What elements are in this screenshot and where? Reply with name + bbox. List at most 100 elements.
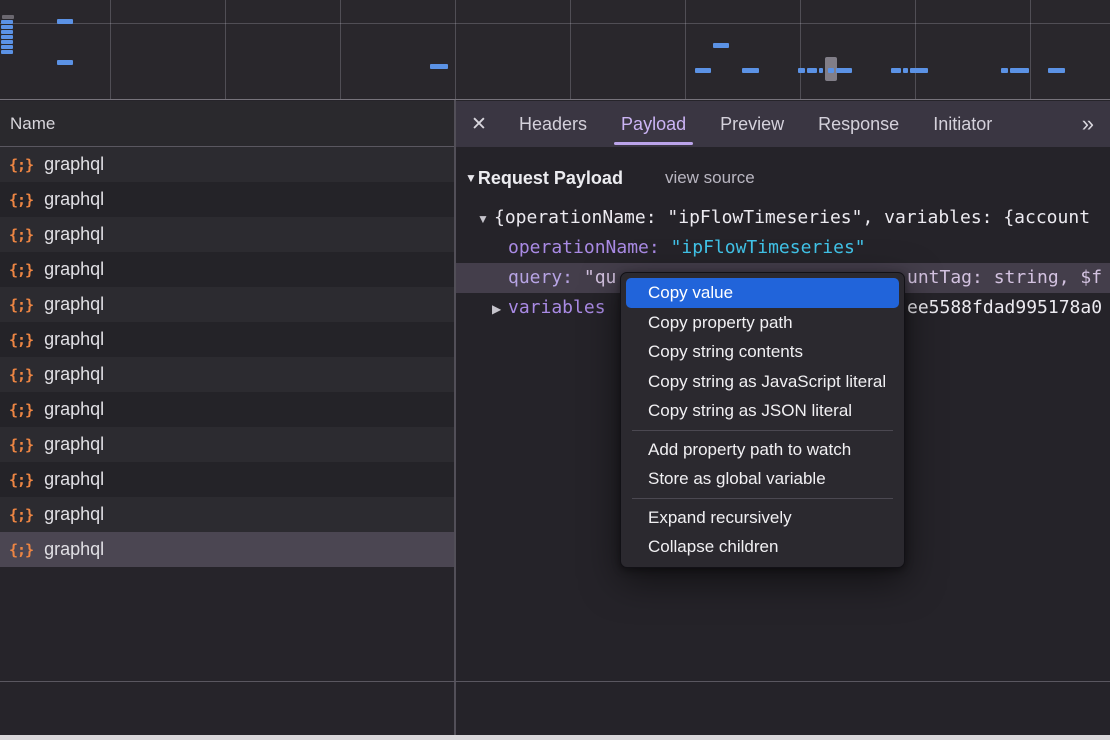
overview-row-divider (0, 23, 1110, 24)
property-key: variables (508, 297, 606, 318)
request-timing-bar (713, 43, 729, 48)
request-name: graphql (44, 539, 104, 560)
object-preview-text: {operationName: "ipFlowTimeseries", vari… (494, 207, 1090, 228)
tab-headers[interactable]: Headers (502, 101, 604, 147)
request-timing-bar (1, 35, 13, 39)
column-header-name[interactable]: Name (0, 101, 454, 147)
network-request-row[interactable]: {;} graphql (0, 182, 454, 217)
request-timing-bar (1, 40, 13, 44)
request-timing-bar (1001, 68, 1008, 73)
property-value-right: untTag: string, $f (907, 263, 1102, 293)
network-request-row[interactable]: {;} graphql (0, 147, 454, 182)
request-list-panel: Name {;} graphql {;} graphql {;} graphql {;} gr… (0, 101, 454, 740)
tab-initiator[interactable]: Initiator (916, 101, 1009, 147)
devtools-network-panel: Name {;} graphql {;} graphql {;} graphql {;} gr… (0, 0, 1110, 740)
request-name: graphql (44, 294, 104, 315)
menu-item-copy-value[interactable]: Copy value (626, 278, 899, 308)
menu-item-copy-string-as-javascript-literal[interactable]: Copy string as JavaScript literal (621, 367, 904, 397)
request-timing-bar (2, 15, 14, 19)
window-bottom-edge (0, 735, 1110, 740)
request-timing-bar (1, 45, 13, 49)
overview-gridline (685, 0, 686, 99)
property-value-right: ee5588fdad995178a0 (907, 293, 1102, 323)
overview-gridline (915, 0, 916, 99)
tab-payload[interactable]: Payload (604, 101, 703, 147)
request-name: graphql (44, 364, 104, 385)
network-request-row[interactable]: {;}graphql (0, 462, 454, 497)
overview-gridline (1030, 0, 1031, 99)
overview-gridline (570, 0, 571, 99)
network-request-row[interactable]: {;} graphql (0, 532, 454, 567)
menu-item-copy-string-as-json-literal[interactable]: Copy string as JSON literal (621, 396, 904, 426)
request-timing-bar (836, 68, 852, 73)
menu-item-copy-string-contents[interactable]: Copy string contents (621, 337, 904, 367)
menu-item-expand-recursively[interactable]: Expand recursively (621, 503, 904, 533)
request-timing-bar (819, 68, 823, 73)
menu-item-collapse-children[interactable]: Collapse children (621, 532, 904, 562)
tree-row-root[interactable]: ▼{operationName: "ipFlowTimeseries", var… (456, 203, 1110, 233)
network-overview[interactable] (0, 0, 1110, 100)
request-name: graphql (44, 224, 104, 245)
request-timing-bar (1010, 68, 1029, 73)
menu-separator (632, 498, 893, 499)
property-key: operationName: (508, 237, 671, 258)
view-source-link[interactable]: view source (665, 168, 755, 188)
network-request-row[interactable]: {;}graphql (0, 357, 454, 392)
json-braces-icon: {;} (9, 401, 33, 419)
request-payload-section[interactable]: ▼ Request Payload view source (456, 160, 1110, 196)
json-braces-icon: {;} (9, 261, 33, 279)
request-timing-bar (891, 68, 901, 73)
json-braces-icon: {;} (9, 191, 33, 209)
section-title: Request Payload (478, 168, 623, 189)
request-timing-bar (828, 68, 834, 73)
overview-gridline (110, 0, 111, 99)
network-request-row[interactable]: {;}graphql (0, 427, 454, 462)
close-icon[interactable]: ✕ (456, 101, 502, 147)
footer-divider (0, 681, 1110, 682)
network-request-row[interactable]: {;} graphql (0, 252, 454, 287)
menu-item-copy-property-path[interactable]: Copy property path (621, 308, 904, 338)
tab-response[interactable]: Response (801, 101, 916, 147)
network-request-row[interactable]: {;}graphql (0, 217, 454, 252)
tree-row-operation-name[interactable]: operationName: "ipFlowTimeseries" (456, 233, 1110, 263)
tab-preview[interactable]: Preview (703, 101, 801, 147)
overview-gridline (800, 0, 801, 99)
detail-tabbar: ✕ HeadersPayloadPreviewResponseInitiator… (456, 101, 1110, 147)
request-timing-bar (1048, 68, 1065, 73)
request-timing-bar (1, 20, 13, 24)
request-name: graphql (44, 399, 104, 420)
json-braces-icon: {;} (9, 331, 33, 349)
menu-item-add-property-path-to-watch[interactable]: Add property path to watch (621, 435, 904, 465)
request-timing-bar (1, 30, 13, 34)
request-timing-bar (695, 68, 711, 73)
request-name: graphql (44, 189, 104, 210)
overview-gridline (455, 0, 456, 99)
json-braces-icon: {;} (9, 541, 33, 559)
detail-tabs: HeadersPayloadPreviewResponseInitiator (502, 101, 1009, 147)
network-request-row[interactable]: {;} graphql (0, 287, 454, 322)
expanded-arrow-icon: ▼ (477, 204, 494, 233)
request-name: graphql (44, 469, 104, 490)
json-braces-icon: {;} (9, 296, 33, 314)
request-name: graphql (44, 259, 104, 280)
section-disclosure-icon: ▼ (465, 171, 477, 185)
menu-separator (632, 430, 893, 431)
network-request-row[interactable]: {;}graphql (0, 497, 454, 532)
request-timing-bar (1, 50, 13, 54)
json-braces-icon: {;} (9, 156, 33, 174)
request-name: graphql (44, 329, 104, 350)
request-name: graphql (44, 154, 104, 175)
network-request-row[interactable]: {;} graphql (0, 392, 454, 427)
collapsed-arrow-icon: ▶ (492, 294, 508, 323)
request-timing-bar (903, 68, 908, 73)
json-braces-icon: {;} (9, 436, 33, 454)
overview-gridline (340, 0, 341, 99)
request-timing-bar (57, 19, 73, 24)
request-timing-bar (430, 64, 448, 69)
network-request-row[interactable]: {;} graphql (0, 322, 454, 357)
request-timing-bar (57, 60, 73, 65)
property-value: "ipFlowTimeseries" (671, 237, 866, 258)
overview-gridline (225, 0, 226, 99)
more-tabs-icon[interactable]: » (1064, 101, 1110, 147)
menu-item-store-as-global-variable[interactable]: Store as global variable (621, 464, 904, 494)
